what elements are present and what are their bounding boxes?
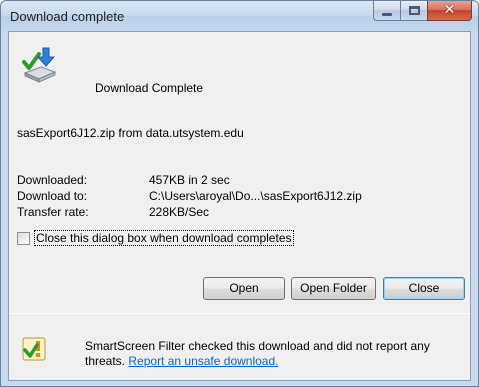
close-icon: ✕: [443, 2, 456, 18]
report-unsafe-download-link[interactable]: Report an unsafe download.: [128, 354, 278, 368]
close-on-complete-checkbox[interactable]: [17, 231, 30, 245]
footer-divider: [9, 313, 470, 314]
dialog-body: Download Complete sasExport6J12.zip from…: [8, 31, 471, 381]
open-folder-button[interactable]: Open Folder: [291, 277, 376, 300]
close-window-button[interactable]: ✕: [427, 1, 472, 21]
header-title: Download Complete: [95, 81, 204, 95]
detail-row-transfer-rate: Transfer rate: 228KB/Sec: [17, 204, 362, 220]
close-on-complete-option[interactable]: Close this dialog box when download comp…: [17, 230, 294, 246]
download-details: Downloaded: 457KB in 2 sec Download to: …: [17, 172, 362, 220]
detail-row-downloaded: Downloaded: 457KB in 2 sec: [17, 172, 362, 188]
smartscreen-footer: SmartScreen Filter checked this download…: [9, 315, 470, 380]
close-on-complete-label[interactable]: Close this dialog box when download comp…: [34, 230, 294, 246]
smartscreen-check-icon: [22, 337, 46, 361]
detail-value: C:\Users\aroyal\Do...\sasExport6J12.zip: [149, 189, 362, 203]
detail-label: Downloaded:: [17, 173, 88, 187]
window-title: Download complete: [10, 9, 125, 24]
maximize-icon: [409, 6, 420, 15]
minimize-button[interactable]: [373, 1, 400, 21]
close-button[interactable]: Close: [383, 277, 465, 300]
download-complete-dialog: Download complete ✕ Download Complete sa…: [0, 0, 479, 387]
download-complete-icon: [22, 47, 57, 83]
detail-label: Download to:: [17, 189, 88, 203]
file-source-text: sasExport6J12.zip from data.utsystem.edu: [17, 126, 244, 140]
caption-buttons: ✕: [373, 1, 472, 21]
detail-value: 228KB/Sec: [149, 205, 210, 219]
maximize-button[interactable]: [400, 1, 427, 21]
detail-value: 457KB in 2 sec: [149, 173, 230, 187]
detail-row-download-to: Download to: C:\Users\aroyal\Do...\sasEx…: [17, 188, 362, 204]
smartscreen-message: SmartScreen Filter checked this download…: [85, 339, 455, 369]
open-button[interactable]: Open: [203, 277, 285, 300]
title-bar[interactable]: Download complete ✕: [1, 1, 478, 31]
minimize-icon: [382, 13, 392, 16]
detail-label: Transfer rate:: [17, 205, 89, 219]
